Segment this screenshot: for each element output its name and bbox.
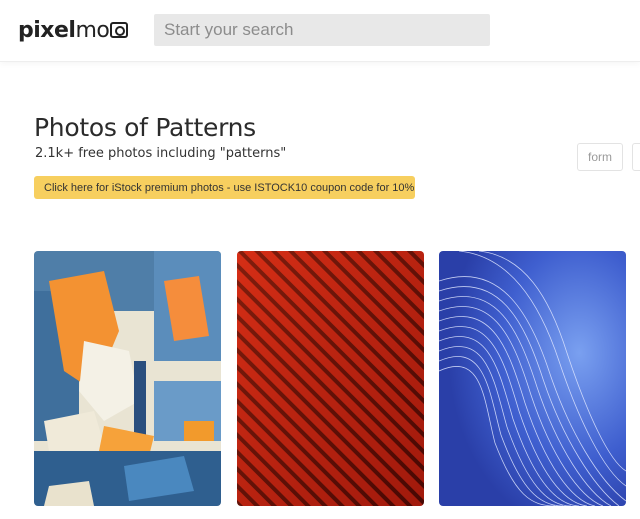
photo-card-blue-waves[interactable] — [439, 251, 626, 506]
filter-button-partial[interactable] — [632, 143, 640, 171]
orientation-filter-button[interactable]: form — [577, 143, 623, 171]
istock-promo-banner[interactable]: Click here for iStock premium photos - u… — [34, 176, 415, 199]
camera-icon — [110, 22, 129, 38]
results-count: 2.1k+ free photos including "patterns" — [35, 146, 287, 161]
red-stripes-image — [237, 251, 424, 506]
abstract-paint-image — [34, 251, 221, 506]
site-logo[interactable]: pixel mo — [18, 14, 129, 46]
search-input[interactable] — [154, 14, 490, 46]
site-header: pixel mo — [0, 0, 640, 62]
page-title: Photos of Patterns — [34, 113, 256, 142]
photo-card-red-stripes[interactable] — [237, 251, 424, 506]
blue-waves-image — [439, 251, 626, 506]
logo-light-text: mo — [75, 17, 110, 43]
photo-card-abstract-paint[interactable] — [34, 251, 221, 506]
logo-bold-text: pixel — [18, 17, 76, 43]
